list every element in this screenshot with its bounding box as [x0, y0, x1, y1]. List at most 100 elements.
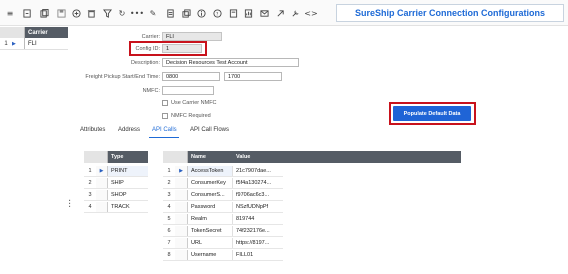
row-number: 1 [88, 168, 92, 174]
value-cell: https://8197... [236, 240, 270, 246]
api-call-row[interactable]: 3 ConsumerS... f9706ac6c3... [163, 190, 283, 201]
name-column-header[interactable]: Name [188, 154, 233, 160]
carrier-list-header: Carrier [0, 27, 68, 38]
info-icon[interactable] [196, 8, 206, 18]
duplicate-icon[interactable] [181, 8, 191, 18]
tab-attributes[interactable]: Attributes [80, 127, 105, 133]
api-call-row[interactable]: 5 Realm 819744 [163, 214, 283, 225]
type-value: TRACK [111, 204, 130, 210]
tools-icon[interactable] [290, 8, 300, 18]
row-selector-icon[interactable]: ▶ [96, 166, 108, 176]
toolbar: ≡ ↻ ••• ✎ ? <> SureShip Carrier Connecti… [0, 0, 568, 26]
svg-text:?: ? [215, 11, 218, 17]
value-cell: FILL01 [236, 252, 254, 258]
help-icon[interactable]: ? [212, 8, 222, 18]
api-calls-table-header: Name Value [163, 151, 461, 163]
row-selector-icon[interactable] [175, 238, 188, 248]
value-cell: 21c7907dae... [236, 168, 271, 174]
delete-icon[interactable] [86, 8, 96, 18]
pickup-start-field[interactable]: 0800 [162, 72, 220, 81]
name-cell: AccessToken [188, 166, 233, 176]
carrier-field[interactable]: FLI [162, 32, 222, 41]
checkbox-box[interactable] [162, 113, 168, 119]
value-column-header[interactable]: Value [233, 154, 250, 160]
carrier-label: Carrier: [141, 34, 160, 40]
row-number: 1 [167, 168, 171, 174]
name-cell: URL [188, 238, 233, 248]
nmfc-required-checkbox[interactable]: NMFC Required [162, 113, 211, 119]
more-icon[interactable]: ••• [130, 8, 144, 18]
active-tab-indicator [149, 137, 179, 138]
row-selector-icon[interactable] [175, 226, 188, 236]
pickup-time-label: Freight Pickup Start/End Time: [85, 74, 160, 80]
row-selector-icon[interactable] [175, 202, 188, 212]
edit-icon[interactable]: ✎ [148, 8, 158, 18]
type-value: PRINT [108, 166, 148, 176]
name-cell: ConsumerS... [188, 190, 233, 200]
row-selector-icon[interactable]: ▶ [175, 166, 188, 176]
use-carrier-nmfc-label: Use Carrier NMFC [171, 100, 217, 106]
type-value: SHOP [111, 192, 127, 198]
row-number: 6 [167, 228, 171, 234]
type-row[interactable]: 2 SHIP [84, 178, 148, 189]
notes-icon[interactable] [228, 8, 238, 18]
link-icon[interactable] [275, 8, 285, 18]
tab-address[interactable]: Address [118, 127, 140, 133]
api-call-row[interactable]: 4 Password NSzfUDNpPf [163, 202, 283, 213]
api-call-row[interactable]: 2 ConsumerKey f5f4a130274... [163, 178, 283, 189]
api-call-row[interactable]: 7 URL https://8197... [163, 238, 283, 249]
row-selector-icon[interactable] [175, 250, 188, 260]
api-call-row[interactable]: 1 ▶ AccessToken 21c7907dae... [163, 166, 283, 177]
type-row[interactable]: 4 TRACK [84, 202, 148, 213]
carrier-row[interactable]: 1 ▶ FLI [0, 38, 68, 50]
page-title: SureShip Carrier Connection Configuratio… [336, 4, 564, 22]
expand-icon[interactable]: <> [304, 8, 317, 18]
document-icon[interactable] [165, 8, 175, 18]
api-call-row[interactable]: 8 Username FILL01 [163, 250, 283, 261]
row-selector-icon[interactable] [175, 178, 188, 188]
type-row[interactable]: 3 SHOP [84, 190, 148, 201]
value-cell: f5f4a130274... [236, 180, 272, 186]
row-number: 4 [88, 204, 92, 210]
resize-handle-icon[interactable]: · · · [68, 197, 71, 213]
row-selector-icon[interactable] [175, 190, 188, 200]
menu-icon[interactable]: ≡ [5, 8, 15, 18]
nmfc-label: NMFC: [142, 88, 160, 94]
type-column-header[interactable]: Type [108, 154, 123, 160]
row-selector-icon[interactable]: ▶ [12, 38, 25, 49]
refresh-icon[interactable]: ↻ [117, 8, 127, 18]
row-number: 3 [88, 192, 92, 198]
value-cell: 74f232176e... [236, 228, 270, 234]
nmfc-field[interactable] [162, 86, 214, 95]
pickup-end-field[interactable]: 1700 [224, 72, 282, 81]
nmfc-required-label: NMFC Required [171, 113, 211, 119]
description-label: Description: [130, 60, 160, 66]
copy-icon[interactable] [39, 8, 49, 18]
type-value: SHIP [111, 180, 124, 186]
api-call-row[interactable]: 6 TokenSecret 74f232176e... [163, 226, 283, 237]
tab-api-call-flows[interactable]: API Call Flows [190, 127, 229, 133]
carrier-list: Carrier 1 ▶ FLI [0, 27, 68, 50]
carrier-column-header[interactable]: Carrier [25, 30, 48, 36]
use-carrier-nmfc-checkbox[interactable]: Use Carrier NMFC [162, 100, 217, 106]
filter-icon[interactable] [102, 8, 112, 18]
name-cell: Realm [188, 214, 233, 224]
name-cell: ConsumerKey [188, 178, 233, 188]
new-record-icon[interactable] [22, 8, 32, 18]
tab-api-calls[interactable]: API Calls [152, 127, 177, 133]
checkbox-box[interactable] [162, 100, 168, 106]
row-selector-icon[interactable] [96, 202, 108, 212]
type-row[interactable]: 1 ▶ PRINT [84, 166, 148, 177]
mail-icon[interactable] [259, 8, 269, 18]
add-circle-icon[interactable] [71, 8, 81, 18]
row-number: 4 [167, 204, 171, 210]
row-number: 3 [167, 192, 171, 198]
report-icon[interactable] [243, 8, 253, 18]
row-selector-icon[interactable] [96, 190, 108, 200]
row-selector-icon[interactable] [96, 178, 108, 188]
description-field[interactable]: Decision Resources Test Account [162, 58, 299, 67]
row-number: 7 [167, 240, 171, 246]
save-icon[interactable] [56, 8, 66, 18]
row-selector-icon[interactable] [175, 214, 188, 224]
populate-default-data-button[interactable]: Populate Default Data [393, 106, 471, 121]
